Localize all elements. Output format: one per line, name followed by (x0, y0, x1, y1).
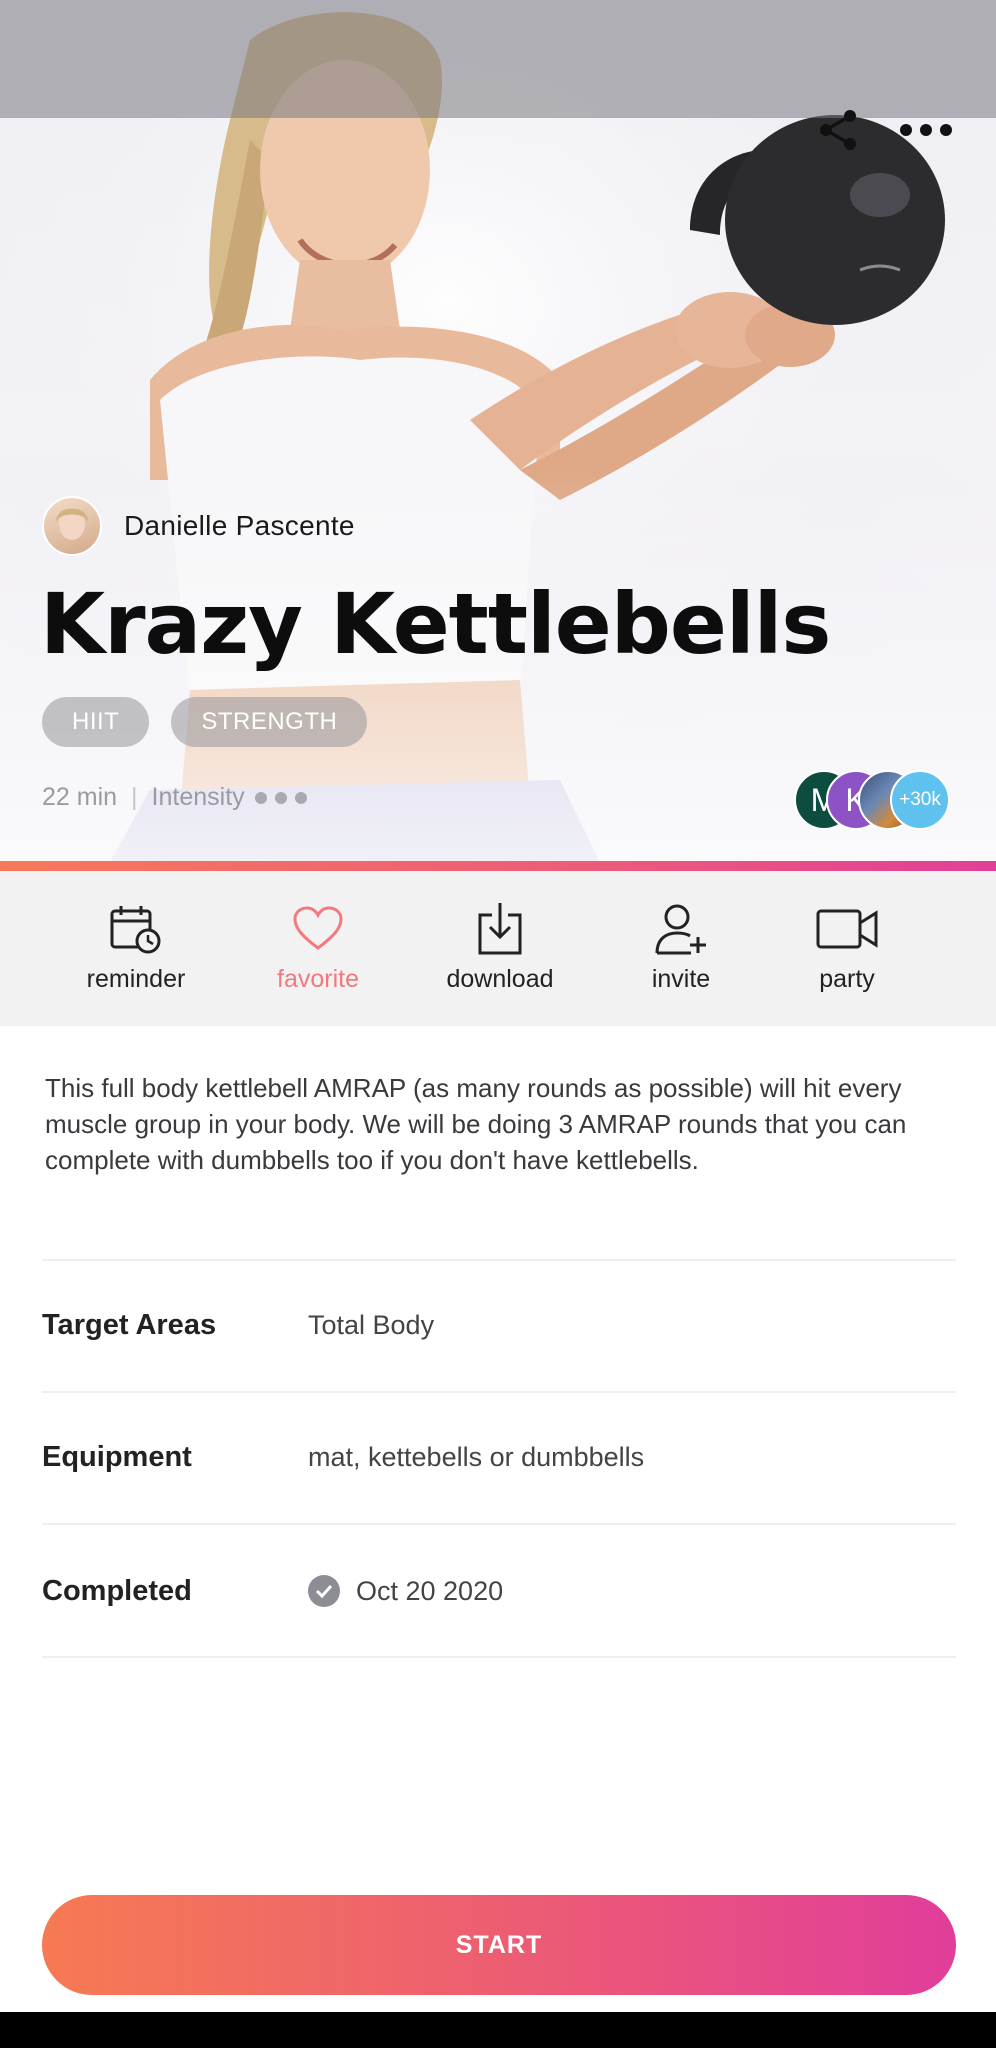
target-areas-row: Target Areas Total Body (42, 1285, 956, 1365)
system-nav-bar (0, 2012, 996, 2048)
equipment-row: Equipment mat, kettebells or dumbbells (42, 1417, 956, 1497)
start-button[interactable]: START (42, 1895, 956, 1995)
intensity-dot (294, 791, 307, 804)
share-button[interactable] (816, 108, 860, 152)
divider (42, 1656, 956, 1658)
workout-description: This full body kettlebell AMRAP (as many… (45, 1073, 907, 1175)
calendar-clock-icon (110, 906, 161, 954)
reminder-label: reminder (86, 965, 186, 993)
invite-label: invite (651, 965, 711, 993)
reminder-button[interactable]: reminder (61, 871, 211, 1026)
workout-meta: 22 min | Intensity (42, 783, 307, 812)
target-areas-value: Total Body (308, 1309, 435, 1340)
favorite-label: favorite (277, 965, 359, 993)
workout-title: Krazy Kettlebells (40, 575, 831, 673)
download-icon (478, 903, 522, 955)
equipment-label: Equipment (42, 1440, 192, 1473)
divider (42, 1391, 956, 1393)
party-label: party (819, 965, 875, 993)
more-button[interactable] (900, 123, 952, 137)
more-horizontal-icon (900, 124, 952, 136)
status-bar (0, 0, 996, 118)
tag-strength[interactable]: STRENGTH (171, 697, 368, 747)
trainer-info[interactable]: Danielle Pascente (42, 496, 355, 556)
participant-count: +30k (890, 770, 950, 830)
accent-divider (0, 861, 996, 871)
invite-button[interactable]: invite (606, 871, 756, 1026)
completed-date: Oct 20 2020 (356, 1575, 504, 1606)
trainer-avatar[interactable] (42, 496, 102, 556)
equipment-value: mat, kettebells or dumbbells (308, 1441, 645, 1472)
top-actions (816, 108, 952, 152)
intensity-dot (274, 791, 287, 804)
meta-separator: | (131, 783, 138, 811)
divider (42, 1523, 956, 1525)
check-icon (308, 1575, 340, 1607)
trainer-name[interactable]: Danielle Pascente (124, 510, 355, 542)
action-bar: reminder favorite download invite party (0, 871, 996, 1026)
share-icon (820, 110, 856, 150)
completed-value-wrap: Oct 20 2020 (308, 1575, 503, 1607)
intensity-dot (254, 791, 267, 804)
divider (42, 1259, 956, 1261)
completed-label: Completed (42, 1574, 192, 1607)
participants-stack[interactable]: M K +30k (794, 770, 954, 830)
party-button[interactable]: party (772, 871, 922, 1026)
hero-section: Danielle Pascente Krazy Kettlebells HIIT… (0, 0, 996, 862)
add-user-icon (655, 904, 706, 955)
intensity-dots (254, 791, 307, 804)
favorite-button[interactable]: favorite (243, 871, 393, 1026)
workout-tags: HIIT STRENGTH (42, 697, 368, 747)
download-label: download (446, 965, 554, 993)
tag-hiit[interactable]: HIIT (42, 697, 150, 747)
duration: 22 min (42, 783, 118, 811)
download-button[interactable]: download (425, 871, 575, 1026)
video-camera-icon (816, 909, 878, 949)
intensity-label: Intensity (151, 783, 245, 811)
target-areas-label: Target Areas (42, 1308, 217, 1341)
heart-icon (293, 906, 343, 950)
completed-row: Completed Oct 20 2020 (42, 1551, 956, 1631)
